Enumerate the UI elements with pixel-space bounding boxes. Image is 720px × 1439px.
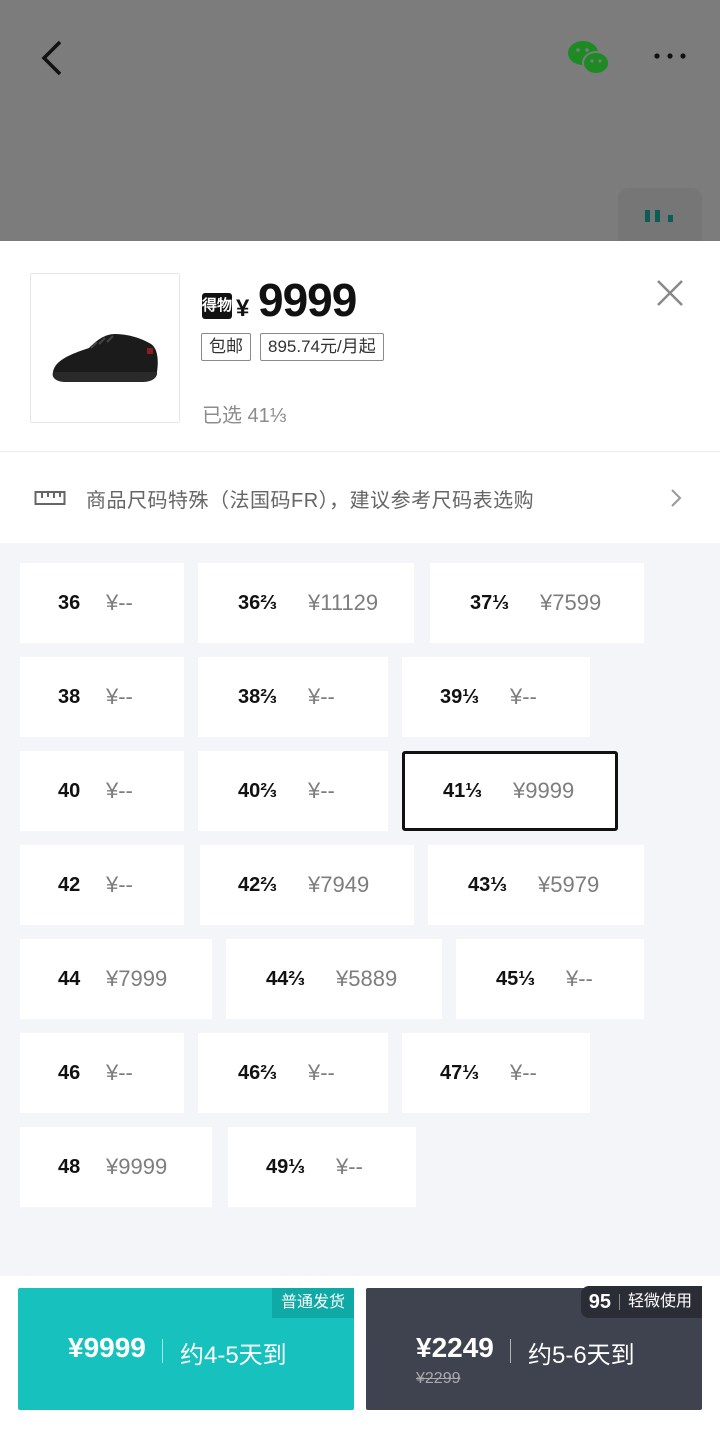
size-option[interactable]: 43⅓ ¥5979 [428,845,644,925]
size-price: ¥-- [106,590,133,615]
divider [510,1339,511,1363]
size-label: 37⅓ [470,592,509,614]
size-label: 46 [58,1062,81,1084]
size-price: ¥-- [106,1060,133,1085]
condition-label: 轻微使用 [627,1293,692,1310]
floating-chart-button[interactable] [618,188,702,244]
size-price: ¥-- [566,966,593,991]
size-price: ¥-- [106,872,133,897]
size-option[interactable]: 41⅓ ¥9999 [402,751,618,831]
size-label: 49⅓ [266,1156,305,1178]
wechat-share-icon[interactable] [566,38,612,78]
size-label: 38⅔ [238,686,277,708]
size-option[interactable]: 42 ¥-- [20,845,184,925]
size-chart-notice[interactable]: 商品尺码特殊（法国码FR），建议参考尺码表选购 [0,451,720,543]
size-price: ¥-- [308,684,335,709]
size-label: 36 [58,592,81,614]
size-option[interactable]: 37⅓ ¥7599 [430,563,644,643]
size-price: ¥7599 [540,590,602,615]
currency-symbol: ¥ [236,295,250,322]
chevron-right-icon [671,489,682,507]
used-condition-badge: 95 轻微使用 [580,1286,702,1318]
product-price: 9999 [258,274,357,326]
size-option[interactable]: 39⅓ ¥-- [402,657,590,737]
size-option[interactable]: 36 ¥-- [20,563,184,643]
more-icon[interactable] [650,46,690,66]
used-price: ¥2249 [416,1332,494,1363]
condition-grade: 95 [588,1291,611,1313]
size-label: 42 [58,874,81,896]
buy-normal-button[interactable]: 普通发货 ¥9999 约4-5天到 [18,1288,354,1410]
size-label: 41⅓ [443,780,482,802]
size-label: 47⅓ [440,1062,479,1084]
normal-price: ¥9999 [68,1332,146,1363]
size-price: ¥-- [106,684,133,709]
free-shipping-tag: 包邮 [201,333,251,361]
size-price: ¥7999 [106,966,168,991]
size-label: 38 [58,686,81,708]
size-option[interactable]: 40 ¥-- [20,751,184,831]
sneaker-image [52,334,158,382]
divider [618,1294,620,1310]
buy-used-button[interactable]: 95 轻微使用 ¥2249 约5-6天到 ¥2299 [366,1286,702,1410]
size-label: 40⅔ [238,780,277,802]
size-label: 45⅓ [496,968,535,990]
size-label: 46⅔ [238,1062,277,1084]
divider [162,1339,163,1363]
size-price: ¥-- [106,778,133,803]
size-option[interactable]: 47⅓ ¥-- [402,1033,590,1113]
size-selection-sheet: 得物 ¥ 9999 包邮 895.74元/月起 已选 41⅓ 商品尺码特殊（法国… [0,241,720,1439]
size-price: ¥-- [510,1060,537,1085]
size-price: ¥7949 [308,872,370,897]
background-page [0,0,720,244]
used-arrival: 约5-6天到 [528,1342,635,1369]
size-price: ¥-- [308,778,335,803]
size-option[interactable]: 38⅔ ¥-- [198,657,388,737]
product-image [30,273,180,423]
size-option[interactable]: 44⅔ ¥5889 [226,939,442,1019]
size-option[interactable]: 38 ¥-- [20,657,184,737]
size-price: ¥11129 [308,590,379,615]
size-price: ¥5889 [336,966,398,991]
size-option[interactable]: 46⅔ ¥-- [198,1033,388,1113]
size-option[interactable]: 49⅓ ¥-- [228,1127,416,1207]
original-price: ¥2299 [416,1370,461,1387]
brand-logo: 得物 [202,293,232,319]
size-label: 44⅔ [266,968,305,990]
size-option[interactable]: 48 ¥9999 [20,1127,212,1207]
size-price: ¥9999 [106,1154,168,1179]
size-price: ¥9999 [513,778,575,803]
size-label: 40 [58,780,81,802]
ruler-icon [34,491,66,505]
size-notice-text: 商品尺码特殊（法国码FR），建议参考尺码表选购 [86,490,535,512]
product-header: 得物 ¥ 9999 包邮 895.74元/月起 已选 41⅓ [0,241,720,451]
size-option[interactable]: 46 ¥-- [20,1033,184,1113]
normal-shipping-badge: 普通发货 [271,1288,354,1318]
size-option[interactable]: 45⅓ ¥-- [456,939,644,1019]
back-icon[interactable] [38,38,68,78]
installment-tag: 895.74元/月起 [260,333,384,361]
size-label: 44 [58,968,81,990]
close-icon[interactable] [654,277,686,309]
size-option[interactable]: 44 ¥7999 [20,939,212,1019]
size-option[interactable]: 36⅔ ¥11129 [198,563,414,643]
bottom-action-bar: 普通发货 ¥9999 约4-5天到 95 轻微使用 ¥2249 约5-6天到 ¥… [0,1276,720,1439]
size-label: 48 [58,1156,81,1178]
selected-size-label: 已选 41⅓ [202,405,287,427]
size-label: 36⅔ [238,592,277,614]
bar-chart-icon [645,210,673,222]
normal-arrival: 约4-5天到 [180,1342,287,1369]
size-price: ¥-- [336,1154,363,1179]
size-price: ¥-- [510,684,537,709]
size-option[interactable]: 40⅔ ¥-- [198,751,388,831]
size-price: ¥5979 [538,872,600,897]
size-label: 39⅓ [440,686,479,708]
size-label: 42⅔ [238,874,277,896]
size-label: 43⅓ [468,874,507,896]
size-price: ¥-- [308,1060,335,1085]
size-option[interactable]: 42⅔ ¥7949 [200,845,414,925]
